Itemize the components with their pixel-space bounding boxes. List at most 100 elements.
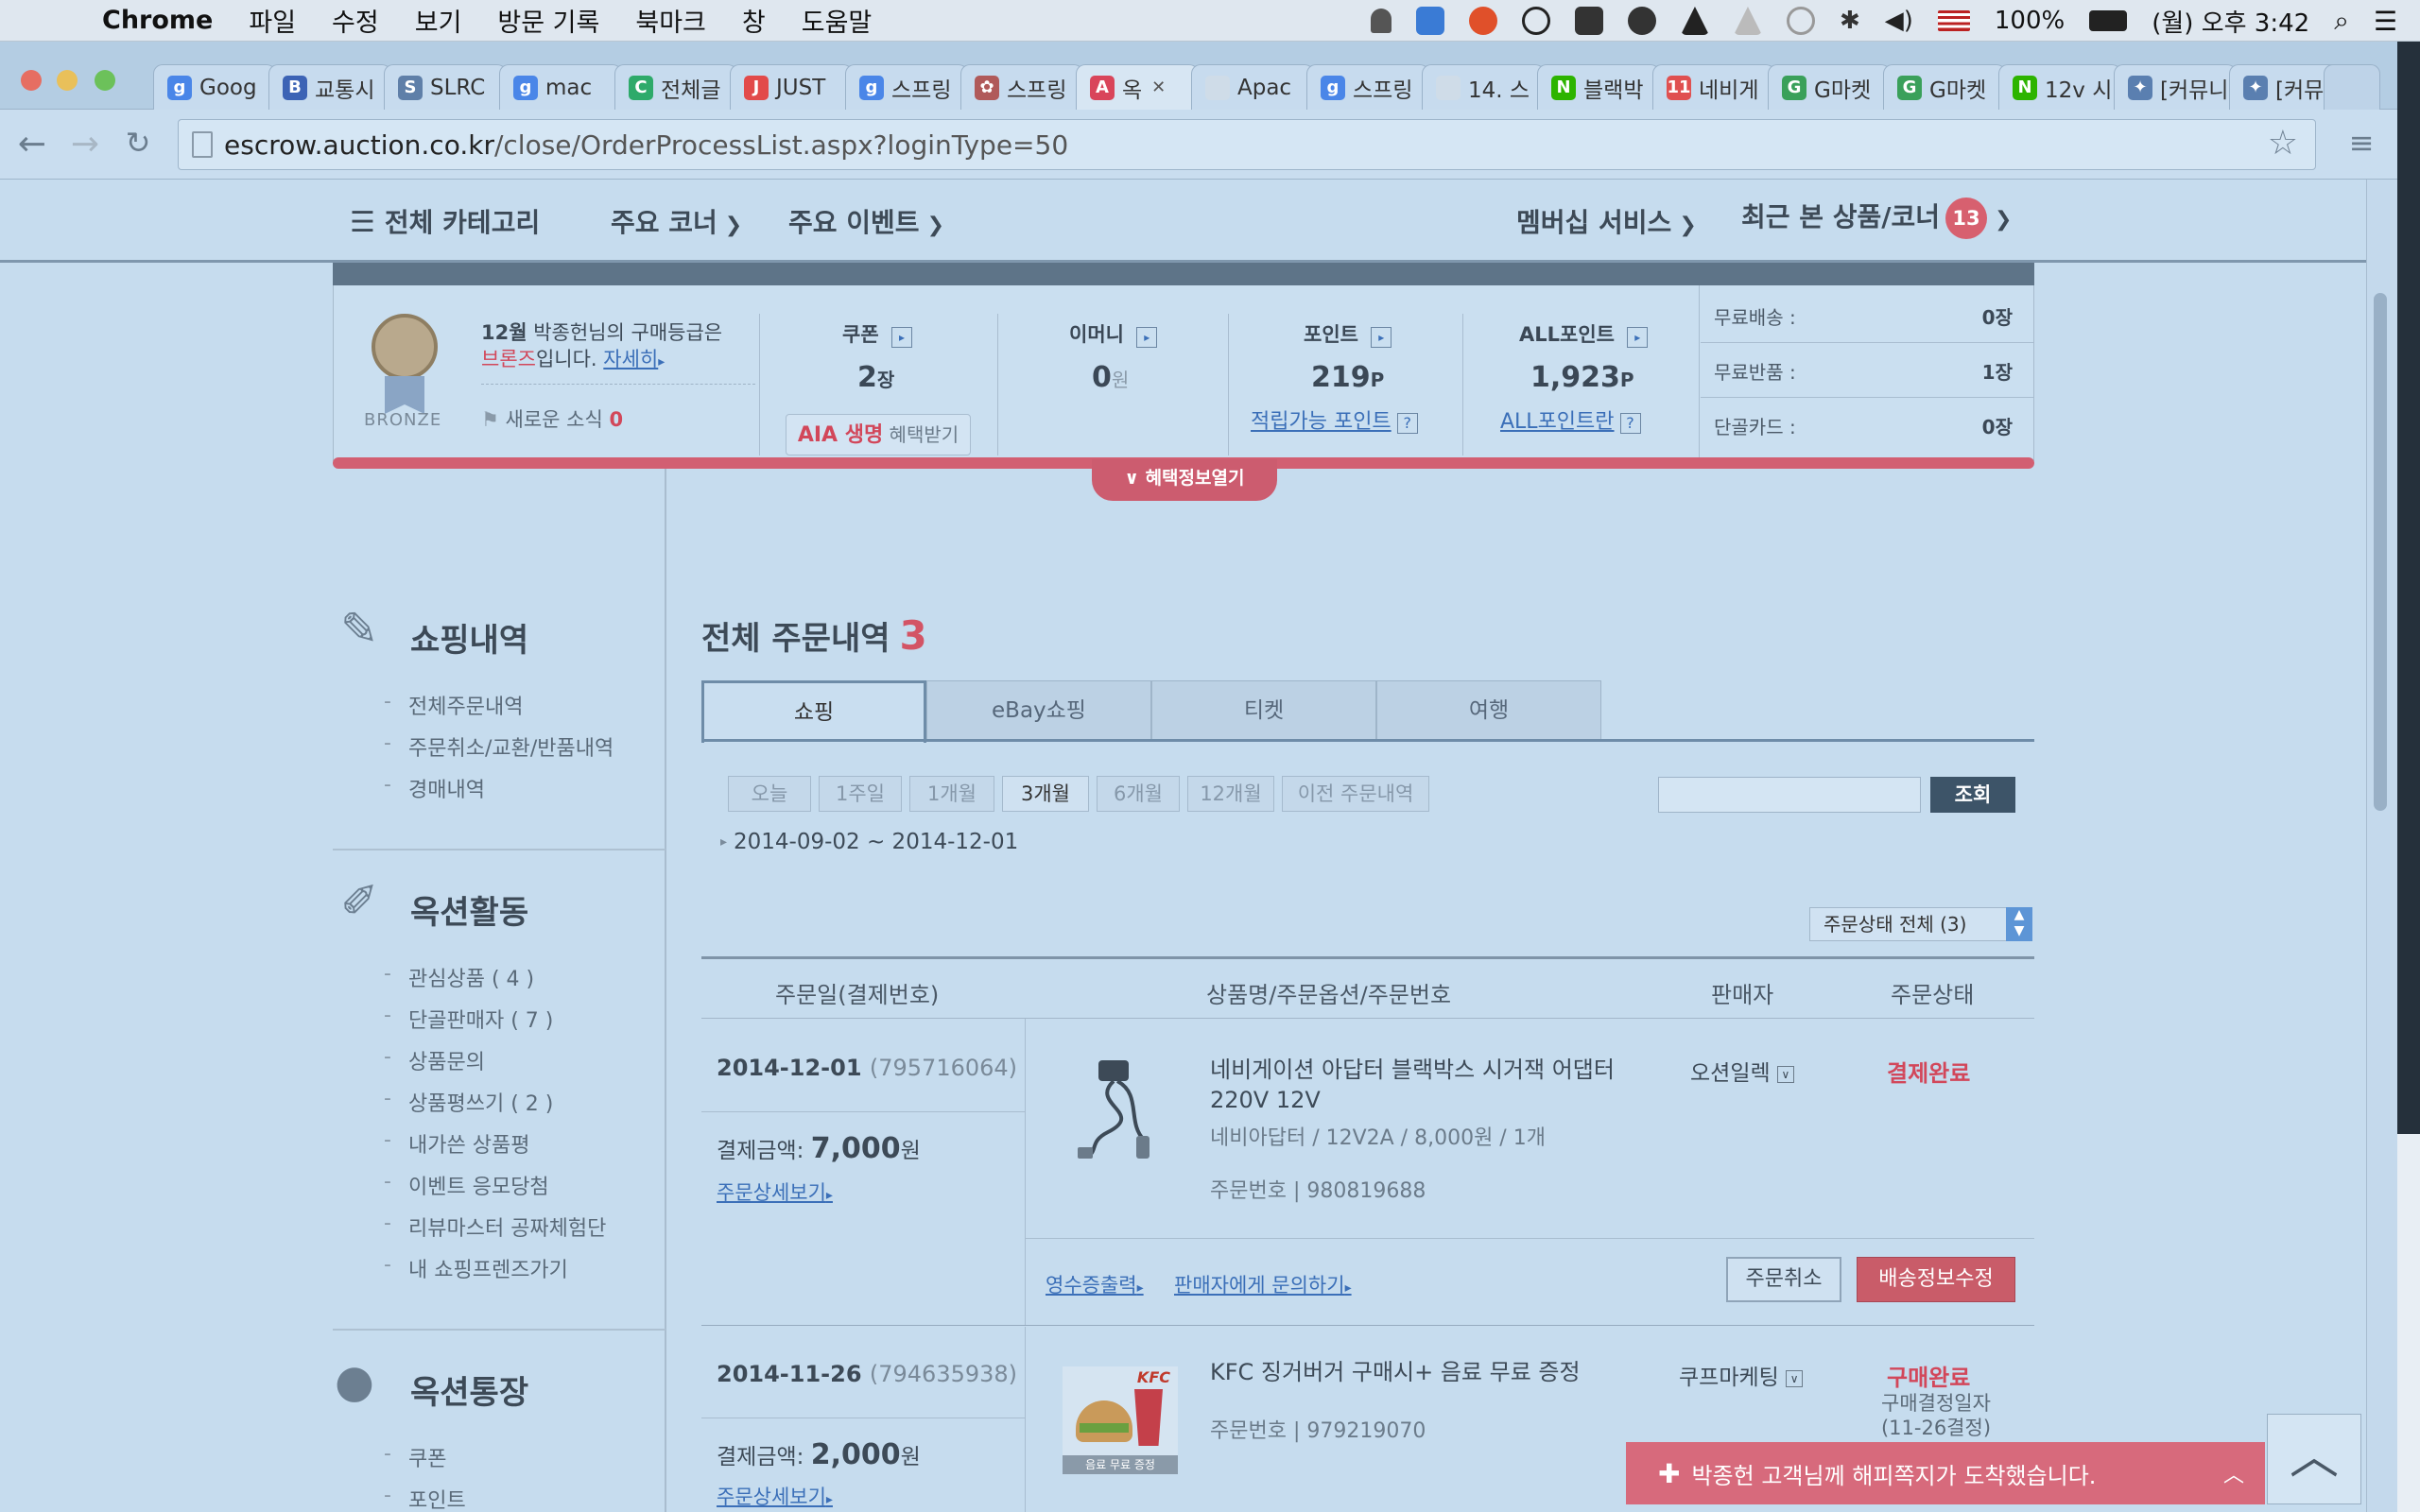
product-thumbnail-adapter[interactable] bbox=[1070, 1057, 1161, 1160]
all-categories-button[interactable]: ☰ 전체 카테고리 bbox=[350, 202, 540, 240]
period-previous-orders[interactable]: 이전 주문내역 bbox=[1282, 776, 1429, 812]
clock[interactable]: (월) 오후 3:42 bbox=[2152, 4, 2309, 39]
order-status-select[interactable]: 주문상태 전체 (3) ▲ ▼ bbox=[1809, 907, 2032, 941]
address-bar[interactable]: escrow.auction.co.kr/close/OrderProcessL… bbox=[178, 119, 2316, 170]
browser-tab[interactable]: Apac bbox=[1191, 64, 1314, 110]
browser-tab[interactable]: 11 네비게 bbox=[1652, 64, 1775, 110]
sidebar-item-all-orders[interactable]: 전체주문내역 bbox=[384, 690, 524, 720]
tab-travel[interactable]: 여행 bbox=[1376, 680, 1601, 741]
recent-items-menu[interactable]: 최근 본 상품/코너 13 ❯ bbox=[1741, 197, 2012, 239]
scroll-to-top-button[interactable]: ︿ bbox=[2267, 1414, 2361, 1504]
browser-tab[interactable]: J JUST bbox=[730, 64, 853, 110]
us-flag-icon[interactable] bbox=[1937, 10, 1970, 31]
sidebar-item-event-wins[interactable]: 이벤트 응모당첨 bbox=[384, 1170, 549, 1200]
period-12months[interactable]: 12개월 bbox=[1187, 776, 1274, 812]
news-link[interactable]: ⚑ 새로운 소식 0 bbox=[481, 404, 623, 433]
membership-menu[interactable]: 멤버십 서비스 ❯ bbox=[1516, 202, 1697, 240]
main-corner-menu[interactable]: 주요 코너 ❯ bbox=[611, 202, 742, 240]
sidebar-item-point[interactable]: 포인트 bbox=[384, 1484, 466, 1512]
tab-ticket[interactable]: 티켓 bbox=[1151, 680, 1376, 741]
order-detail-link[interactable]: 주문상세보기▸ bbox=[717, 1177, 833, 1206]
product-thumbnail-kfc[interactable]: KFC 음료 무료 증정 bbox=[1063, 1366, 1178, 1474]
period-1week[interactable]: 1주일 bbox=[819, 776, 902, 812]
allpoint-title[interactable]: ALL포인트 ▸ bbox=[1519, 319, 1649, 348]
sidebar-item-product-qna[interactable]: 상품문의 bbox=[384, 1045, 485, 1075]
info-icon[interactable] bbox=[1521, 7, 1550, 35]
reload-icon[interactable]: ↻ bbox=[117, 125, 159, 161]
notification-center-icon[interactable]: ☰ bbox=[2374, 6, 2397, 37]
forward-icon[interactable]: → bbox=[64, 125, 106, 163]
allpoint-info-link[interactable]: ALL포인트란? bbox=[1500, 404, 1641, 435]
time-machine-icon[interactable] bbox=[1786, 7, 1815, 35]
menu-edit[interactable]: 수정 bbox=[332, 2, 379, 39]
emoney-title[interactable]: 이머니 ▸ bbox=[1069, 319, 1158, 348]
sidebar-item-my-reviews[interactable]: 내가쓴 상품평 bbox=[384, 1128, 530, 1159]
free-shipping-row[interactable]: 무료배송 :0장 bbox=[1714, 302, 2013, 330]
sidebar-item-wishlist[interactable]: 관심상품 ( 4 ) bbox=[384, 962, 534, 992]
window-close-button[interactable] bbox=[21, 70, 42, 91]
period-3months[interactable]: 3개월 bbox=[1002, 776, 1089, 812]
browser-tab[interactable]: ✦ [커뮤니 bbox=[2114, 64, 2237, 110]
aia-benefit-button[interactable]: AIA 생명 혜택받기 bbox=[786, 414, 971, 455]
menu-history[interactable]: 방문 기록 bbox=[497, 2, 599, 39]
seller-name[interactable]: 오션일렉 ∨ bbox=[1690, 1055, 1794, 1087]
period-6months[interactable]: 6개월 bbox=[1097, 776, 1180, 812]
sidebar-item-cancel-return[interactable]: 주문취소/교환/반품내역 bbox=[384, 731, 614, 762]
scrollbar-thumb[interactable] bbox=[2374, 293, 2387, 811]
bluetooth-icon[interactable]: ✱ bbox=[1840, 7, 1860, 35]
bookmark-star-icon[interactable]: ☆ bbox=[2268, 124, 2298, 163]
order-search-input[interactable] bbox=[1658, 777, 1921, 813]
window-minimize-button[interactable] bbox=[57, 70, 78, 91]
sidebar-item-write-review[interactable]: 상품평쓰기 ( 2 ) bbox=[384, 1087, 553, 1117]
menu-app-chrome[interactable]: Chrome bbox=[102, 6, 213, 35]
window-zoom-button[interactable] bbox=[95, 70, 115, 91]
product-name-link[interactable]: KFC 징거버거 구매시+ 음료 무료 증정 bbox=[1210, 1357, 1645, 1387]
browser-tab[interactable]: A 옥 ✕ bbox=[1076, 64, 1199, 110]
ask-seller-link[interactable]: 판매자에게 문의하기▸ bbox=[1174, 1270, 1352, 1298]
browser-tab[interactable]: S SLRC bbox=[384, 64, 507, 110]
happy-note-toast[interactable]: ✚ 박종헌 고객님께 해피쪽지가 도착했습니다. ︿ bbox=[1626, 1442, 2265, 1504]
spotlight-search-icon[interactable]: ⌕ bbox=[2334, 5, 2349, 37]
edit-shipping-button[interactable]: 배송정보수정 bbox=[1857, 1257, 2015, 1302]
browser-tab[interactable]: g Goog bbox=[153, 64, 276, 110]
cancel-order-button[interactable]: 주문취소 bbox=[1726, 1257, 1841, 1302]
point-title[interactable]: 포인트 ▸ bbox=[1304, 319, 1392, 348]
receipt-print-link[interactable]: 영수증출력▸ bbox=[1046, 1270, 1144, 1298]
main-event-menu[interactable]: 주요 이벤트 ❯ bbox=[788, 202, 944, 240]
product-name-link[interactable]: 네비게이션 아답터 블랙박스 시거잭 어댑터 220V 12V bbox=[1210, 1055, 1635, 1115]
sidebar-item-shopping-friends[interactable]: 내 쇼핑프렌즈가기 bbox=[384, 1253, 568, 1283]
browser-tab[interactable]: G G마켓 bbox=[1883, 64, 2006, 110]
sidebar-item-coupon[interactable]: 쿠폰 bbox=[384, 1442, 447, 1472]
browser-tab[interactable]: G G마켓 bbox=[1768, 64, 1891, 110]
grade-detail-link[interactable]: 자세히 bbox=[603, 348, 658, 370]
menu-file[interactable]: 파일 bbox=[249, 2, 296, 39]
browser-tab[interactable]: C 전체글 bbox=[614, 64, 737, 110]
chrome-menu-icon[interactable]: ≡ bbox=[2341, 125, 2382, 161]
volume-icon[interactable]: ◀) bbox=[1885, 7, 1913, 35]
browser-tab[interactable]: g mac bbox=[499, 64, 622, 110]
new-tab-button[interactable] bbox=[2324, 64, 2380, 110]
browser-tab[interactable]: N 블랙박 bbox=[1537, 64, 1660, 110]
coupon-title[interactable]: 쿠폰 ▸ bbox=[842, 319, 912, 348]
order-detail-link[interactable]: 주문상세보기▸ bbox=[717, 1482, 833, 1510]
menu-window[interactable]: 창 bbox=[742, 2, 766, 39]
period-1month[interactable]: 1개월 bbox=[909, 776, 994, 812]
drive-icon[interactable] bbox=[1680, 7, 1709, 35]
wifi-icon[interactable] bbox=[1733, 7, 1762, 35]
chat-icon[interactable] bbox=[1627, 7, 1656, 35]
tab-close-icon[interactable]: ✕ bbox=[1151, 77, 1166, 97]
memo-icon[interactable] bbox=[1468, 7, 1497, 35]
app-status-icon[interactable] bbox=[1415, 7, 1444, 35]
regular-card-row[interactable]: 단골카드 :0장 bbox=[1714, 412, 2013, 439]
earnable-point-link[interactable]: 적립가능 포인트? bbox=[1251, 404, 1418, 435]
browser-tab[interactable]: g 스프링 bbox=[845, 64, 968, 110]
back-icon[interactable]: ← bbox=[11, 125, 53, 163]
search-button[interactable]: 조회 bbox=[1930, 777, 2015, 813]
menu-help[interactable]: 도움말 bbox=[802, 2, 873, 39]
browser-tab[interactable]: B 교통시 bbox=[268, 64, 391, 110]
sidebar-item-favorite-sellers[interactable]: 단골판매자 ( 7 ) bbox=[384, 1004, 553, 1034]
battery-icon[interactable] bbox=[2089, 10, 2128, 31]
browser-tab[interactable]: ✿ 스프링 bbox=[960, 64, 1083, 110]
menu-bookmarks[interactable]: 북마크 bbox=[635, 2, 706, 39]
browser-tab[interactable]: g 스프링 bbox=[1306, 64, 1429, 110]
